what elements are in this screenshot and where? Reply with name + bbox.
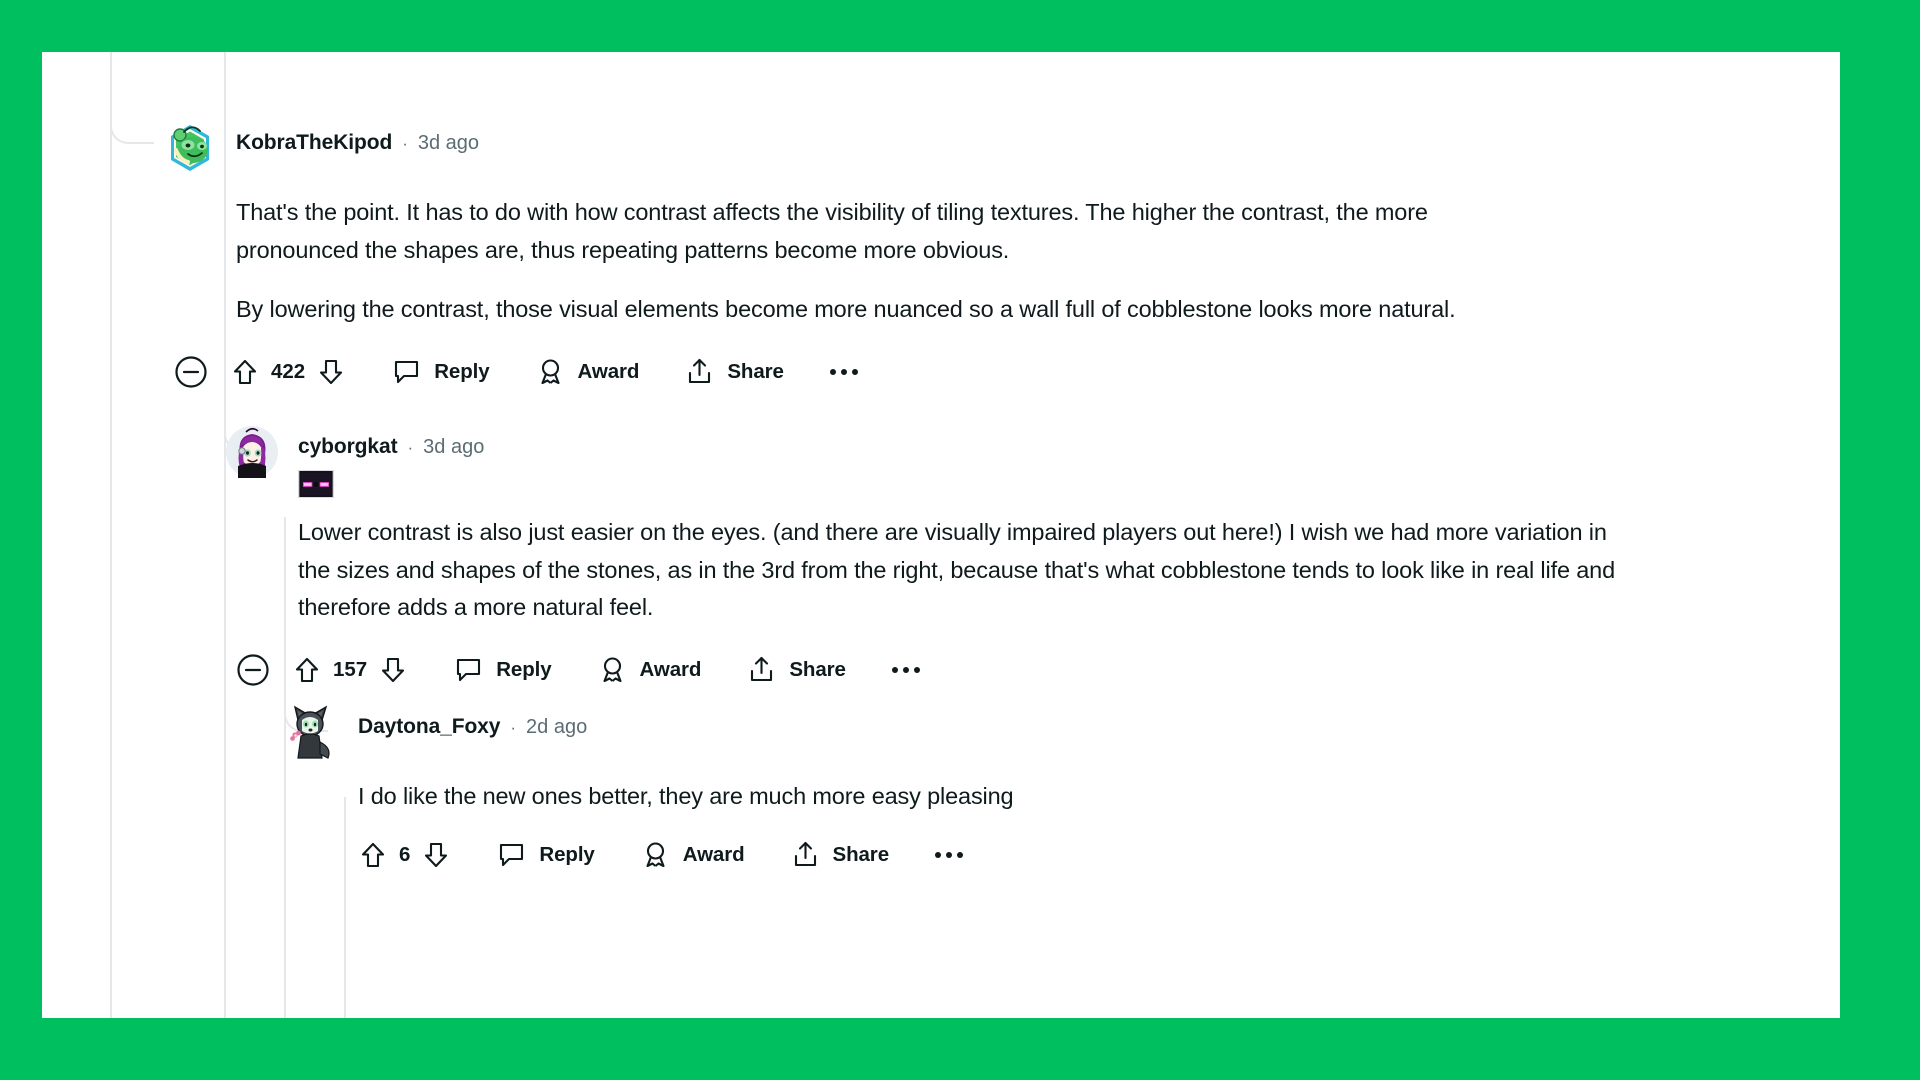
share-button[interactable]: Share: [791, 833, 889, 877]
speech-bubble-icon: [500, 844, 524, 867]
meta-separator: ·: [402, 133, 408, 153]
reply-label: Reply: [434, 359, 490, 383]
comment-meta: KobraTheKipod · 3d ago: [236, 120, 479, 160]
comment-header: Daytona_Foxy · 2d ago: [284, 704, 1824, 760]
more-options-icon: [902, 666, 909, 673]
share-upload-icon: [689, 359, 711, 384]
upvote-button[interactable]: [292, 648, 322, 692]
enderman-face-flair-icon: [298, 470, 334, 498]
thread-line-root[interactable]: [110, 52, 112, 1018]
comment-body: I do like the new ones better, they are …: [358, 778, 1678, 816]
collapse-thread-button[interactable]: [236, 653, 270, 687]
more-options-icon: [851, 368, 858, 375]
comment-paragraph: I do like the new ones better, they are …: [358, 783, 1014, 809]
more-options-icon: [935, 851, 941, 858]
speech-bubble-icon: [395, 361, 419, 384]
award-label: Award: [682, 842, 745, 866]
downvote-button[interactable]: [378, 648, 408, 692]
thread-elbow-connector: [110, 84, 154, 144]
minus-circle-icon: [175, 356, 207, 388]
share-label: Share: [789, 657, 846, 681]
reply-button[interactable]: Reply: [392, 350, 490, 394]
reply-label: Reply: [496, 657, 552, 681]
award-button[interactable]: Award: [641, 833, 745, 877]
comment-author[interactable]: KobraTheKipod: [236, 131, 392, 155]
comment-action-bar: 157 Reply Award Share: [236, 647, 1824, 693]
award-label: Award: [639, 657, 702, 681]
wolf-avatar-icon: [290, 705, 330, 759]
comment: KobraTheKipod · 3d ago That's the point.…: [162, 120, 1822, 395]
award-ribbon-icon: [540, 359, 560, 385]
meta-separator: ·: [510, 717, 517, 737]
award-ribbon-icon: [602, 657, 622, 683]
vote-group: 6: [358, 833, 451, 877]
upvote-button[interactable]: [230, 350, 260, 394]
comment-timestamp: 3d ago: [417, 131, 480, 154]
comment-timestamp: 2d ago: [526, 715, 588, 738]
meta-separator: ·: [407, 437, 414, 457]
award-button[interactable]: Award: [536, 350, 640, 394]
award-label: Award: [577, 359, 640, 383]
collapse-thread-button[interactable]: [174, 355, 208, 389]
minus-circle-icon: [237, 654, 269, 686]
comment-body: Lower contrast is also just easier on th…: [298, 514, 1618, 627]
avatar[interactable]: [284, 704, 340, 760]
reply-label: Reply: [539, 842, 595, 866]
award-ribbon-icon: [646, 842, 665, 868]
more-options-icon: [829, 368, 836, 375]
reply-button[interactable]: Reply: [497, 833, 595, 877]
comment-thread-card: KobraTheKipod · 3d ago That's the point.…: [42, 52, 1840, 1018]
vote-group: 422: [230, 350, 346, 394]
comment: Daytona_Foxy · 2d ago I do like the new …: [284, 704, 1824, 878]
more-options-icon: [946, 851, 952, 858]
downvote-arrow-icon: [320, 359, 343, 384]
downvote-arrow-icon: [382, 657, 405, 682]
comment-paragraph: By lowering the contrast, those visual e…: [236, 296, 1456, 323]
more-options-icon: [913, 666, 920, 673]
comment-action-bar: 422 Reply Award Share: [174, 349, 1822, 395]
reply-button[interactable]: Reply: [454, 648, 552, 692]
frog-avatar-icon: [171, 125, 209, 171]
upvote-arrow-icon: [233, 359, 257, 384]
purple-hair-avatar-icon: [226, 426, 278, 478]
upvote-button[interactable]: [358, 833, 388, 877]
more-options-button[interactable]: [929, 833, 969, 877]
upvote-arrow-icon: [295, 657, 319, 682]
downvote-button[interactable]: [421, 833, 451, 877]
comment-meta: Daytona_Foxy · 2d ago: [358, 704, 587, 744]
avatar[interactable]: [224, 424, 280, 480]
avatar[interactable]: [162, 120, 218, 176]
more-options-icon: [891, 666, 898, 673]
share-upload-icon: [794, 842, 816, 867]
comment-meta: cyborgkat · 3d ago: [298, 424, 484, 464]
comment-timestamp: 3d ago: [423, 435, 485, 458]
downvote-button[interactable]: [316, 350, 346, 394]
comment-body: That's the point. It has to do with how …: [236, 194, 1556, 329]
more-options-icon: [840, 368, 847, 375]
share-label: Share: [727, 359, 784, 383]
vote-group: 157: [292, 648, 408, 692]
vote-count: 157: [333, 657, 368, 681]
share-upload-icon: [751, 657, 773, 682]
comment-paragraph: Lower contrast is also just easier on th…: [298, 519, 1616, 621]
comment-author[interactable]: cyborgkat: [298, 435, 398, 459]
comment-author[interactable]: Daytona_Foxy: [358, 715, 500, 739]
more-options-button[interactable]: [824, 350, 864, 394]
comment-paragraph: That's the point. It has to do with how …: [236, 199, 1428, 263]
share-label: Share: [832, 842, 890, 866]
speech-bubble-icon: [457, 659, 481, 682]
comment-header: KobraTheKipod · 3d ago: [162, 120, 1822, 176]
more-options-icon: [957, 851, 963, 858]
comment-action-bar: 6 Reply Award Share: [358, 832, 1824, 878]
upvote-arrow-icon: [361, 842, 385, 867]
share-button[interactable]: Share: [747, 648, 846, 692]
award-button[interactable]: Award: [598, 648, 702, 692]
vote-count: 422: [271, 359, 306, 383]
more-options-button[interactable]: [886, 648, 926, 692]
comment: cyborgkat · 3d ago Lower contrast is als…: [224, 424, 1824, 693]
vote-count: 6: [399, 842, 411, 866]
comment-header: cyborgkat · 3d ago: [224, 424, 1824, 498]
downvote-arrow-icon: [425, 842, 448, 867]
share-button[interactable]: Share: [685, 350, 784, 394]
